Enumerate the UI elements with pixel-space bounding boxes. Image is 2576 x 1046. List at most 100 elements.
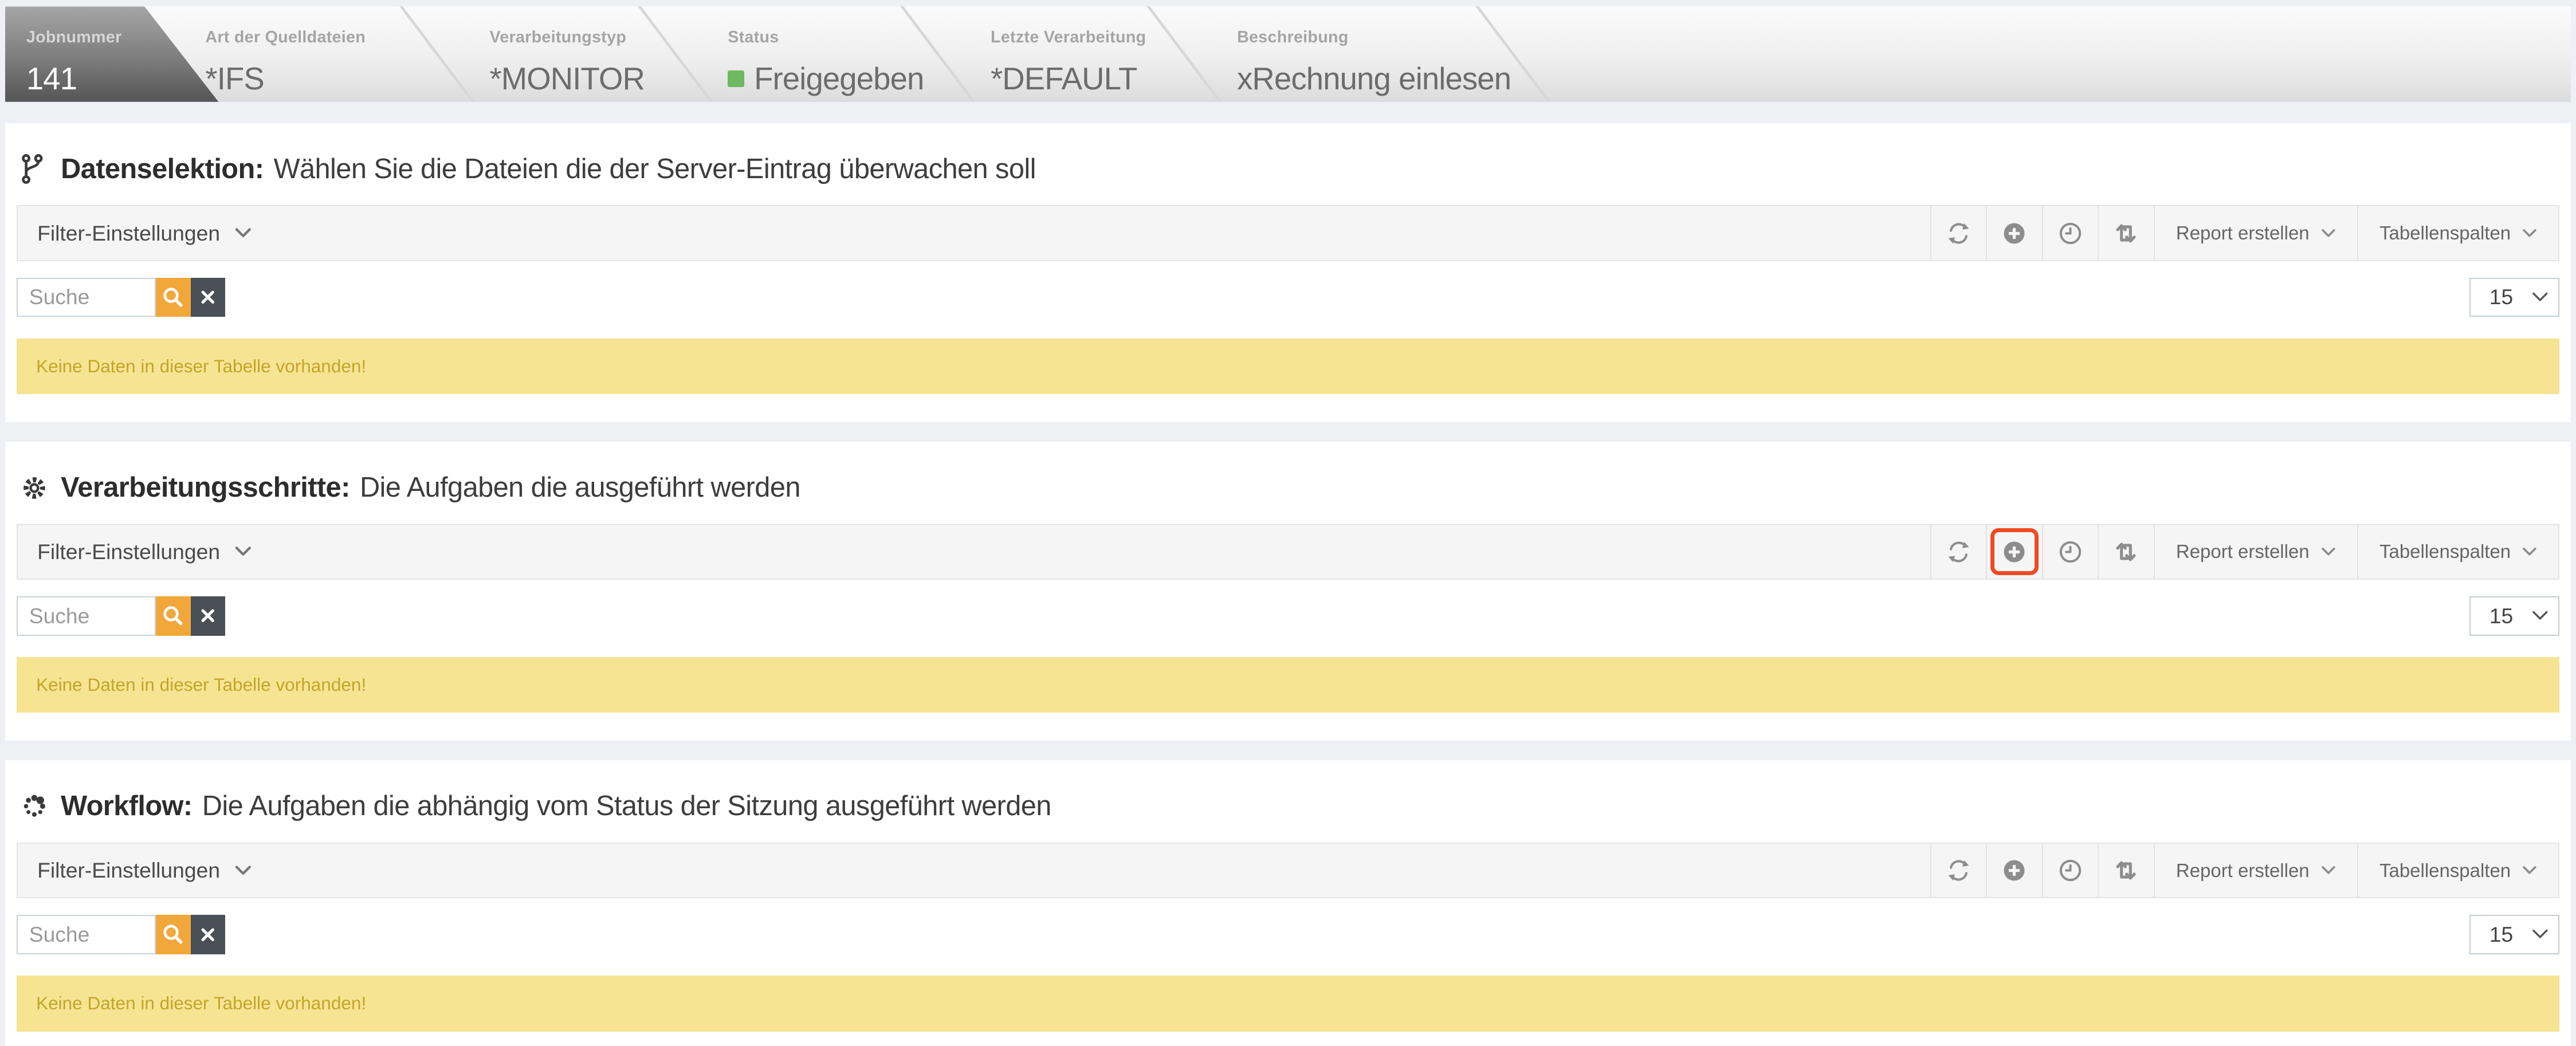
add-icon — [2002, 540, 2027, 564]
status-text: Freigegeben — [754, 61, 924, 97]
empty-table-message: Keine Daten in dieser Tabelle vorhanden! — [17, 339, 2560, 394]
report-erstellen-dropdown[interactable]: Report erstellen — [2154, 206, 2357, 259]
history-button[interactable] — [2042, 844, 2098, 897]
tab-label: Jobnummer — [26, 28, 122, 47]
close-icon — [199, 288, 217, 306]
refresh-button[interactable] — [1930, 525, 1986, 579]
chevron-down-icon — [2321, 547, 2336, 557]
search-button[interactable] — [156, 596, 190, 636]
page-size-select[interactable]: 15 — [2469, 596, 2560, 636]
chevron-down-icon — [2532, 610, 2548, 622]
history-button[interactable] — [2042, 206, 2098, 259]
chevron-down-icon — [2321, 229, 2336, 238]
tabellenspalten-label: Tabellenspalten — [2379, 222, 2511, 244]
tab-separator — [399, 6, 474, 101]
filter-settings-dropdown[interactable]: Filter-Einstellungen — [18, 844, 252, 897]
search-button[interactable] — [156, 915, 190, 954]
history-button[interactable] — [2042, 525, 2098, 579]
tab-label: Art der Quelldateien — [205, 28, 366, 47]
filter-settings-dropdown[interactable]: Filter-Einstellungen — [18, 525, 252, 579]
refresh-icon — [1946, 858, 1971, 883]
section-verarbeitungsschritte: Verarbeitungsschritte: Die Aufgaben die … — [5, 442, 2571, 741]
report-erstellen-dropdown[interactable]: Report erstellen — [2154, 844, 2357, 897]
chevron-down-icon — [235, 227, 252, 239]
add-button[interactable] — [1986, 206, 2041, 259]
chevron-down-icon — [2532, 292, 2548, 303]
filter-settings-dropdown[interactable]: Filter-Einstellungen — [18, 206, 252, 259]
section-workflow: Workflow: Die Aufgaben die abhängig vom … — [5, 760, 2571, 1046]
report-erstellen-dropdown[interactable]: Report erstellen — [2154, 525, 2357, 579]
section-title-text: Verarbeitungsschritte: — [61, 471, 350, 504]
page-size-value: 15 — [2471, 285, 2532, 309]
search-input[interactable] — [17, 278, 156, 317]
tabellenspalten-dropdown[interactable]: Tabellenspalten — [2357, 844, 2559, 897]
add-button-highlighted[interactable] — [1986, 525, 2041, 579]
transfer-icon — [2114, 540, 2138, 564]
report-erstellen-label: Report erstellen — [2176, 541, 2310, 563]
tab-label: Verarbeitungstyp — [489, 28, 626, 47]
tab-value: Freigegeben — [728, 61, 924, 97]
page: Jobnummer 141 Art der Quelldateien *IFS … — [0, 0, 2576, 1046]
search-input[interactable] — [17, 596, 156, 636]
tab-value: 141 — [26, 61, 77, 97]
chevron-down-icon — [2522, 547, 2537, 557]
page-size-select[interactable]: 15 — [2469, 915, 2560, 954]
clear-search-button[interactable] — [191, 596, 225, 636]
empty-table-message: Keine Daten in dieser Tabelle vorhanden! — [17, 657, 2560, 713]
tab-separator — [638, 6, 713, 101]
section-title-text: Datenselektion: — [61, 153, 264, 186]
search-input[interactable] — [17, 915, 156, 954]
refresh-icon — [1946, 540, 1971, 564]
clock-icon — [2058, 858, 2083, 883]
transfer-button[interactable] — [2098, 206, 2153, 259]
add-icon — [2002, 858, 2027, 883]
search-row: 15 — [17, 915, 2560, 954]
search-row: 15 — [17, 278, 2560, 317]
clear-search-button[interactable] — [191, 915, 225, 954]
section-title-text: Workflow: — [61, 790, 192, 823]
close-icon — [199, 926, 217, 944]
search-icon — [162, 604, 184, 627]
transfer-button[interactable] — [2098, 844, 2153, 897]
tabellenspalten-dropdown[interactable]: Tabellenspalten — [2357, 206, 2559, 259]
filter-settings-label: Filter-Einstellungen — [37, 540, 220, 564]
code-fork-icon — [21, 155, 48, 184]
tab-value: *DEFAULT — [991, 61, 1137, 97]
chevron-down-icon — [2522, 229, 2537, 238]
add-button[interactable] — [1986, 844, 2041, 897]
clock-icon — [2058, 221, 2083, 246]
search-button[interactable] — [156, 278, 190, 317]
transfer-icon — [2114, 221, 2138, 246]
empty-table-message: Keine Daten in dieser Tabelle vorhanden! — [17, 976, 2560, 1031]
clock-icon — [2058, 540, 2083, 564]
filter-settings-label: Filter-Einstellungen — [37, 221, 220, 246]
toolbar-spacer — [252, 206, 1930, 259]
gear-icon — [21, 473, 48, 503]
toolbar: Filter-Einstellungen Report erstellen T — [17, 205, 2560, 261]
refresh-button[interactable] — [1930, 206, 1986, 259]
toolbar-spacer — [252, 844, 1930, 897]
chevron-down-icon — [2321, 866, 2336, 875]
chevron-down-icon — [2522, 866, 2537, 875]
section-title: Datenselektion: Wählen Sie die Dateien d… — [21, 153, 2554, 186]
chevron-down-icon — [235, 865, 252, 876]
search-icon — [162, 286, 184, 309]
search-icon — [162, 923, 184, 946]
tab-value: *MONITOR — [489, 61, 645, 97]
refresh-button[interactable] — [1930, 844, 1986, 897]
toolbar: Filter-Einstellungen Report erstellen T — [17, 843, 2560, 898]
spinner-icon — [21, 792, 48, 821]
report-erstellen-label: Report erstellen — [2176, 860, 2310, 882]
chevron-down-icon — [2532, 929, 2548, 940]
search-row: 15 — [17, 596, 2560, 636]
tab-label: Beschreibung — [1237, 28, 1349, 47]
toolbar-spacer — [252, 525, 1930, 579]
section-title: Workflow: Die Aufgaben die abhängig vom … — [21, 790, 2554, 823]
clear-search-button[interactable] — [191, 278, 225, 317]
page-size-select[interactable]: 15 — [2469, 278, 2560, 317]
tab-label: Status — [728, 28, 779, 47]
transfer-button[interactable] — [2098, 525, 2153, 579]
refresh-icon — [1946, 221, 1971, 246]
tabellenspalten-dropdown[interactable]: Tabellenspalten — [2357, 525, 2559, 579]
report-erstellen-label: Report erstellen — [2176, 222, 2310, 244]
